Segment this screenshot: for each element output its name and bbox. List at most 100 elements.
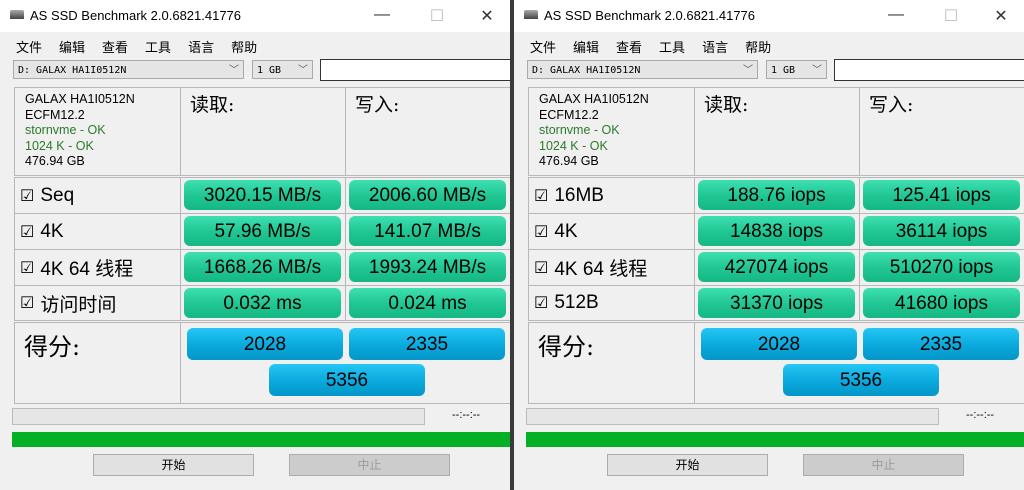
read-label: 读取: bbox=[190, 94, 235, 116]
chevron-down-icon: ﹀ bbox=[812, 65, 822, 76]
close-button[interactable]: ✕ bbox=[986, 6, 1016, 26]
score-write: 2335 bbox=[349, 328, 505, 360]
as-ssd-window-mbs: AS SSD Benchmark 2.0.6821.41776 — ☐ ✕ 文件… bbox=[0, 0, 510, 490]
text-field[interactable] bbox=[320, 59, 510, 81]
drive-info: GALAX HA1I0512N ECFM12.2 stornvme - OK 1… bbox=[25, 92, 135, 170]
write-label: 写入: bbox=[869, 94, 914, 116]
score-label: 得分: bbox=[24, 333, 81, 361]
checkbox[interactable]: ☑ bbox=[20, 222, 34, 242]
menu-view[interactable]: 查看 bbox=[616, 37, 642, 56]
checkbox[interactable]: ☑ bbox=[20, 258, 34, 278]
capacity: 476.94 GB bbox=[539, 154, 599, 168]
score-total: 5356 bbox=[783, 364, 939, 396]
read-result: 3020.15 MB/s bbox=[184, 180, 341, 210]
read-result: 427074 iops bbox=[698, 252, 855, 282]
stop-button[interactable]: 中止 bbox=[289, 454, 450, 476]
close-button[interactable]: ✕ bbox=[472, 6, 502, 26]
chevron-down-icon: ﹀ bbox=[229, 65, 239, 76]
test-label: 512B bbox=[554, 292, 599, 313]
overall-progress-bar bbox=[12, 432, 510, 447]
checkbox[interactable]: ☑ bbox=[534, 293, 548, 313]
menu-help[interactable]: 帮助 bbox=[745, 37, 771, 56]
start-button[interactable]: 开始 bbox=[607, 454, 768, 476]
write-label: 写入: bbox=[355, 94, 400, 116]
write-result: 41680 iops bbox=[863, 288, 1020, 318]
window-title: AS SSD Benchmark 2.0.6821.41776 bbox=[544, 8, 756, 23]
menu-bar: 文件 编辑 查看 工具 语言 帮助 bbox=[16, 37, 257, 56]
write-result: 141.07 MB/s bbox=[349, 216, 506, 246]
write-result: 2006.60 MB/s bbox=[349, 180, 506, 210]
checkbox[interactable]: ☑ bbox=[534, 186, 548, 206]
drive-info: GALAX HA1I0512N ECFM12.2 stornvme - OK 1… bbox=[539, 92, 649, 170]
read-result: 57.96 MB/s bbox=[184, 216, 341, 246]
score-write: 2335 bbox=[863, 328, 1019, 360]
size-value: 1 GB bbox=[771, 65, 796, 76]
firmware: ECFM12.2 bbox=[539, 107, 599, 122]
drive-model: GALAX HA1I0512N bbox=[25, 92, 135, 106]
test-label: 16MB bbox=[554, 184, 604, 206]
minimize-button[interactable]: — bbox=[367, 6, 397, 24]
maximize-button[interactable]: ☐ bbox=[936, 6, 966, 26]
score-total: 5356 bbox=[269, 364, 425, 396]
menu-bar: 文件 编辑 查看 工具 语言 帮助 bbox=[530, 37, 771, 56]
menu-language[interactable]: 语言 bbox=[702, 37, 728, 56]
test-label: 4K bbox=[554, 220, 578, 242]
test-label: 4K 64 线程 bbox=[554, 259, 648, 280]
drive-model: GALAX HA1I0512N bbox=[539, 92, 649, 106]
checkbox[interactable]: ☑ bbox=[20, 186, 34, 206]
write-result: 510270 iops bbox=[863, 252, 1020, 282]
capacity: 476.94 GB bbox=[25, 154, 85, 168]
menu-language[interactable]: 语言 bbox=[188, 37, 214, 56]
test-row-3: ☑ 访问时间 bbox=[20, 285, 116, 321]
score-read: 2028 bbox=[701, 328, 857, 360]
menu-tools[interactable]: 工具 bbox=[659, 37, 685, 56]
size-select[interactable]: 1 GB ﹀ bbox=[766, 60, 827, 79]
timer: --:--:-- bbox=[966, 409, 995, 421]
timer: --:--:-- bbox=[452, 409, 481, 421]
chevron-down-icon: ﹀ bbox=[743, 65, 753, 76]
drive-select[interactable]: D: GALAX HA1I0512N ﹀ bbox=[527, 60, 758, 79]
text-field[interactable] bbox=[834, 59, 1024, 81]
chevron-down-icon: ﹀ bbox=[298, 65, 308, 76]
drive-value: D: GALAX HA1I0512N bbox=[18, 65, 127, 76]
size-value: 1 GB bbox=[257, 65, 282, 76]
read-result: 31370 iops bbox=[698, 288, 855, 318]
write-result: 125.41 iops bbox=[863, 180, 1020, 210]
test-row-2: ☑ 4K 64 线程 bbox=[534, 249, 647, 286]
window-title: AS SSD Benchmark 2.0.6821.41776 bbox=[30, 8, 242, 23]
read-result: 188.76 iops bbox=[698, 180, 855, 210]
menu-tools[interactable]: 工具 bbox=[145, 37, 171, 56]
test-row-0: ☑ 16MB bbox=[534, 177, 604, 214]
driver-status: stornvme - OK bbox=[25, 123, 106, 137]
title-bar: AS SSD Benchmark 2.0.6821.41776 — ☐ ✕ bbox=[0, 0, 510, 32]
menu-edit[interactable]: 编辑 bbox=[573, 37, 599, 56]
maximize-button[interactable]: ☐ bbox=[422, 6, 452, 26]
test-progress-bar bbox=[526, 408, 939, 425]
minimize-button[interactable]: — bbox=[881, 6, 911, 24]
test-label: 4K bbox=[40, 220, 64, 242]
checkbox[interactable]: ☑ bbox=[534, 258, 548, 278]
menu-view[interactable]: 查看 bbox=[102, 37, 128, 56]
test-row-1: ☑ 4K bbox=[534, 213, 578, 250]
stop-button[interactable]: 中止 bbox=[803, 454, 964, 476]
test-row-0: ☑ Seq bbox=[20, 177, 74, 214]
checkbox[interactable]: ☑ bbox=[534, 222, 548, 242]
menu-file[interactable]: 文件 bbox=[530, 37, 556, 56]
menu-help[interactable]: 帮助 bbox=[231, 37, 257, 56]
start-button[interactable]: 开始 bbox=[93, 454, 254, 476]
app-icon bbox=[10, 10, 24, 19]
overall-progress-bar bbox=[526, 432, 1024, 447]
checkbox[interactable]: ☑ bbox=[20, 293, 34, 313]
alignment-status: 1024 K - OK bbox=[539, 138, 608, 153]
write-result: 0.024 ms bbox=[349, 288, 506, 318]
score-read: 2028 bbox=[187, 328, 343, 360]
menu-file[interactable]: 文件 bbox=[16, 37, 42, 56]
menu-edit[interactable]: 编辑 bbox=[59, 37, 85, 56]
title-bar: AS SSD Benchmark 2.0.6821.41776 — ☐ ✕ bbox=[514, 0, 1024, 32]
test-label: 4K 64 线程 bbox=[40, 259, 134, 280]
drive-select[interactable]: D: GALAX HA1I0512N ﹀ bbox=[13, 60, 244, 79]
size-select[interactable]: 1 GB ﹀ bbox=[252, 60, 313, 79]
driver-status: stornvme - OK bbox=[539, 123, 620, 137]
test-progress-bar bbox=[12, 408, 425, 425]
app-icon bbox=[524, 10, 538, 19]
